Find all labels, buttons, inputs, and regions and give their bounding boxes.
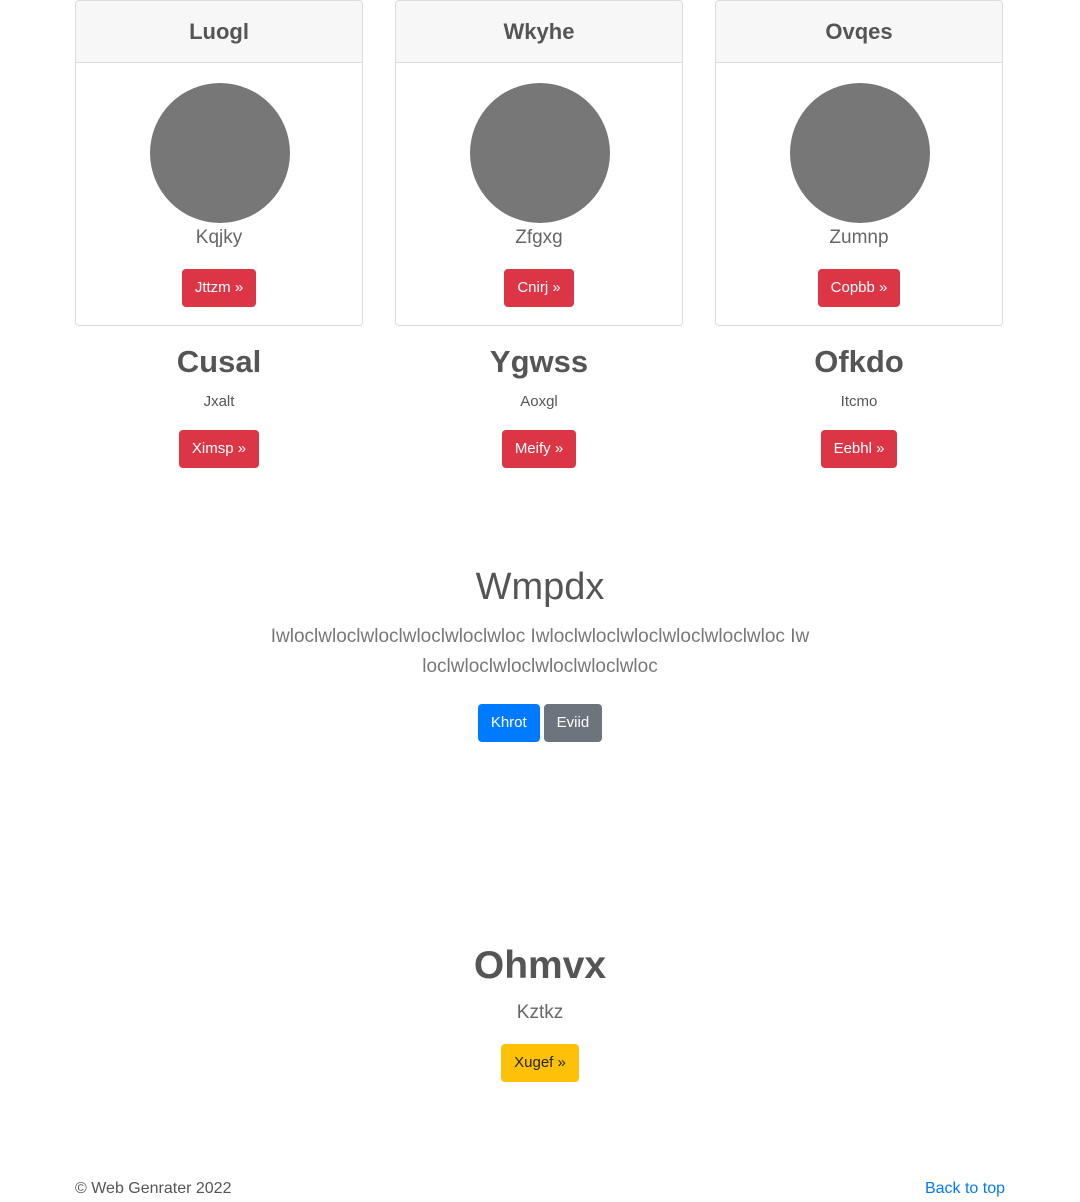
card-subtitle: Zumnp [829, 227, 889, 248]
avatar-placeholder [470, 83, 610, 223]
column-title: Ygwss [489, 344, 589, 379]
footer-copyright: © Web Genrater 2022 [75, 1180, 232, 1197]
bottom-title: Ohmvx [473, 944, 607, 987]
column-3-button[interactable]: Eebhl » [820, 430, 898, 468]
column-2-button[interactable]: Meify » [501, 430, 577, 468]
column-title: Ofkdo [814, 344, 904, 379]
column-subtitle: Aoxgl [520, 393, 558, 410]
column-title: Cusal [176, 344, 262, 379]
column-subtitle: Itcmo [840, 393, 878, 410]
hero-text: Iwloclwloclwloclwloclwloclwloc Iwloclwlo… [270, 626, 810, 677]
card-2: Wkyhe Zfgxg Cnirj » [395, 0, 683, 326]
column-subtitle: Jxalt [203, 393, 235, 410]
column-1-button[interactable]: Ximsp » [178, 430, 260, 468]
card-2-button[interactable]: Cnirj » [504, 269, 574, 307]
card-title: Wkyhe [396, 1, 682, 63]
page: Luogl Kqjky Jttzm » Wkyhe Zfgxg Cnirj » … [0, 0, 1080, 1202]
bottom-button[interactable]: Xugef » [501, 1044, 579, 1082]
card-1: Luogl Kqjky Jttzm » [75, 0, 363, 326]
back-to-top-link[interactable]: Back to top [925, 1180, 1005, 1198]
hero-primary-button[interactable]: Khrot [477, 704, 540, 742]
card-3: Ovqes Zumnp Copbb » [715, 0, 1003, 326]
avatar-placeholder [150, 83, 290, 223]
hero-buttons: Khrot Eviid [0, 704, 1080, 742]
card-subtitle: Zfgxg [515, 227, 563, 248]
avatar-placeholder [790, 83, 930, 223]
card-title: Luogl [76, 1, 362, 63]
card-3-button[interactable]: Copbb » [817, 269, 901, 307]
hero-secondary-button[interactable]: Eviid [543, 704, 603, 742]
card-1-button[interactable]: Jttzm » [181, 269, 257, 307]
card-title: Ovqes [716, 1, 1002, 63]
hero-title: Wmpdx [475, 566, 605, 608]
card-subtitle: Kqjky [195, 227, 243, 248]
bottom-subtitle: Kztkz [516, 1002, 564, 1023]
